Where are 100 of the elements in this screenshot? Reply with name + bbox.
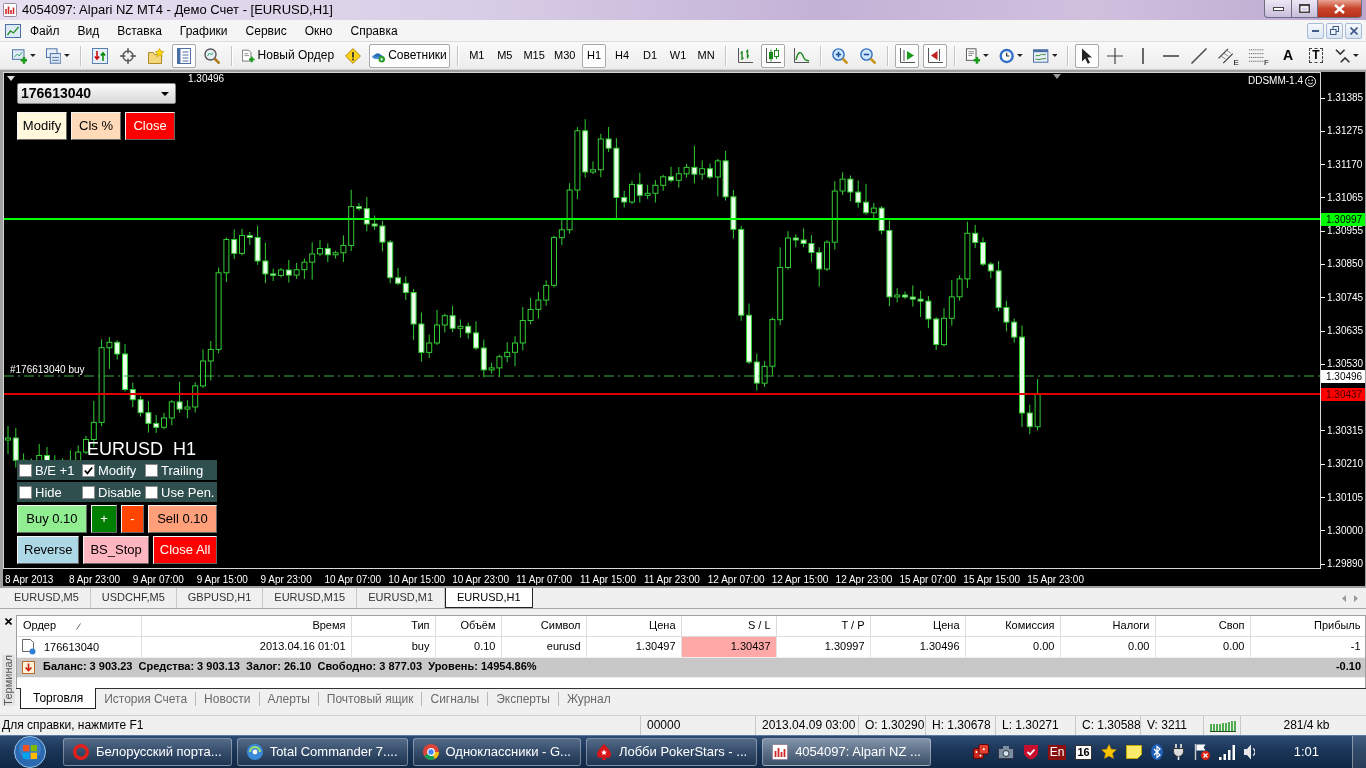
checkbox[interactable] (82, 485, 95, 499)
minimize-button[interactable] (1264, 0, 1292, 18)
menu-item[interactable]: Сервис (236, 20, 296, 41)
terminal-tab[interactable]: Журнал (557, 692, 619, 706)
clock-text[interactable]: 1:01 (1293, 744, 1319, 760)
restore-button[interactable] (1326, 22, 1343, 39)
terminal-tab[interactable]: Почтовый ящик (317, 692, 422, 706)
trade-button[interactable]: Buy 0.10 (17, 505, 87, 533)
trade-button[interactable]: Sell 0.10 (147, 505, 217, 533)
panel-title: Терминал (1, 655, 15, 706)
caret-icon (30, 54, 37, 57)
menu-item[interactable]: Файл (21, 20, 69, 41)
column-header[interactable]: Цена (586, 616, 681, 636)
trade-button[interactable]: Close All (152, 536, 218, 564)
calendar-date[interactable]: 16 (1075, 744, 1092, 760)
ticket-dropdown[interactable]: 176613040 (17, 83, 176, 104)
column-header[interactable]: S / L (681, 616, 776, 636)
signal-bars-icon[interactable] (1218, 744, 1235, 760)
dice-icon[interactable] (972, 744, 989, 760)
channel-button[interactable]: E (1215, 43, 1242, 68)
column-header[interactable]: T / P (776, 616, 870, 636)
speaker-icon[interactable] (1243, 744, 1255, 760)
terminal-tab[interactable]: Новости (195, 692, 259, 706)
chart-tab[interactable]: GBPUSD,H1 (176, 588, 264, 608)
taskbar-button[interactable]: Белорусский порта... (63, 738, 232, 766)
checkbox-label: Hide (35, 484, 62, 500)
chart-tab[interactable]: EURUSD,M15 (263, 588, 358, 608)
column-header[interactable]: Тип (351, 616, 435, 636)
trade-button[interactable]: Reverse (17, 536, 80, 564)
minimize-button[interactable] (1307, 22, 1324, 39)
menu-item[interactable]: Графики (170, 20, 237, 41)
checkbox[interactable] (19, 485, 32, 499)
timeframe-button[interactable]: M1 (464, 43, 489, 68)
bluetooth-icon[interactable] (1150, 744, 1163, 760)
cursor-button[interactable] (1075, 43, 1100, 68)
trade-button[interactable]: + (90, 505, 117, 533)
candles-button[interactable] (761, 43, 786, 68)
plug-icon[interactable] (1171, 744, 1185, 760)
time-label: 11 Apr 23:00 (643, 574, 700, 585)
terminal-tab[interactable]: Сигналы (421, 692, 488, 706)
timeframe-button[interactable]: M15 (520, 43, 548, 68)
flag-icon[interactable] (1193, 744, 1210, 760)
terminal-tab[interactable]: Эксперты (487, 692, 558, 706)
menu-item[interactable]: Вставка (108, 20, 171, 41)
menu-item[interactable]: Справка (341, 20, 407, 41)
timeframe-button[interactable]: D1 (638, 43, 663, 68)
column-header[interactable]: Цена (870, 616, 965, 636)
column-header[interactable]: Налоги (1060, 616, 1155, 636)
document-plus-icon (965, 47, 981, 64)
taskbar-button[interactable]: Total Commander 7.... (236, 738, 408, 766)
shield-icon[interactable] (1022, 744, 1039, 760)
column-header[interactable]: Своп (1155, 616, 1250, 636)
menu-item[interactable]: Вид (68, 20, 109, 41)
text-label-button[interactable]: T (1303, 43, 1328, 68)
terminal-tab[interactable]: История Счета (96, 692, 196, 706)
terminal-tab[interactable]: Торговля (20, 688, 97, 709)
terminal-tab[interactable]: Алерты (258, 692, 318, 706)
show-desktop-button[interactable] (1352, 735, 1366, 768)
chart-shift-button[interactable] (923, 43, 948, 68)
taskbar-button[interactable]: 4054097: Alpari NZ ... (762, 738, 931, 766)
timeframe-button[interactable]: M5 (492, 43, 517, 68)
new-order-button[interactable]: Новый Ордер (239, 43, 338, 68)
time-label: 12 Apr 23:00 (835, 574, 893, 585)
trade-button[interactable]: BS_Stop (83, 536, 149, 564)
column-header[interactable]: Время (141, 616, 351, 636)
chart-tab[interactable]: USDCHF,M5 (90, 588, 177, 608)
close-icon[interactable] (4, 618, 12, 625)
autoscroll-button[interactable] (895, 43, 920, 68)
experts-button[interactable]: Советники (369, 43, 450, 68)
close-button[interactable] (1318, 0, 1362, 18)
column-header[interactable]: Прибыль (1250, 616, 1365, 636)
star-icon[interactable] (1100, 744, 1117, 760)
language-indicator[interactable]: En (1047, 744, 1067, 760)
sticky-note-icon[interactable] (1125, 744, 1142, 760)
timeframe-button[interactable]: M30 (551, 43, 579, 68)
checkbox[interactable] (145, 485, 158, 499)
time-label: 8 Apr 2013 (5, 574, 54, 585)
close-button[interactable] (1345, 22, 1362, 39)
column-header[interactable]: Ордер (17, 616, 141, 636)
timeframe-button[interactable]: H4 (610, 43, 635, 68)
chart-tab[interactable]: EURUSD,M5 (3, 588, 91, 608)
chart-tab[interactable]: EURUSD,H1 (445, 588, 533, 608)
table-cell: 1.30496 (870, 636, 965, 657)
time-label: 15 Apr 07:00 (899, 574, 957, 585)
column-header[interactable]: Символ (501, 616, 586, 636)
close-icon (1334, 3, 1345, 14)
text-tool-button[interactable]: A (1275, 43, 1300, 68)
taskbar-button[interactable]: Одноклассники - G... (412, 738, 581, 766)
fibonacci-button[interactable]: F (1245, 43, 1272, 68)
column-header[interactable]: Комиссия (965, 616, 1060, 636)
terminal-button[interactable] (172, 43, 197, 68)
menu-item[interactable]: Окно (295, 20, 342, 41)
timeframe-button[interactable]: W1 (666, 43, 691, 68)
maximize-button[interactable] (1292, 0, 1318, 18)
taskbar-button[interactable]: Лобби PokerStars - ... (585, 738, 758, 766)
column-header[interactable]: Объём (435, 616, 501, 636)
camera-icon[interactable] (997, 744, 1014, 760)
timeframe-button[interactable]: MN (694, 43, 719, 68)
timeframe-button[interactable]: H1 (582, 43, 607, 68)
smiley-icon (1305, 75, 1316, 87)
